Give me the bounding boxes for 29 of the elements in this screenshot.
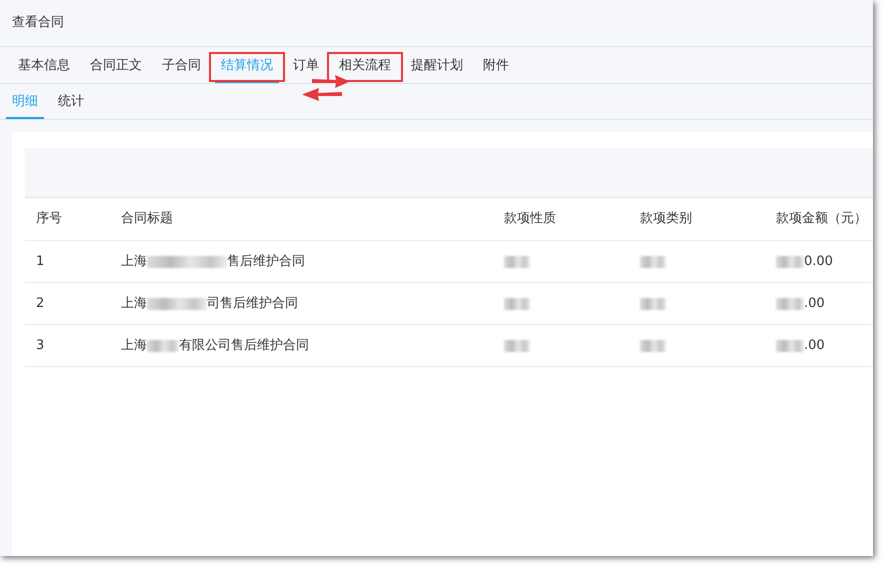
column-header: 序号 bbox=[36, 210, 62, 228]
annotation-arrow bbox=[312, 75, 350, 88]
tab[interactable]: 附件 bbox=[473, 58, 519, 74]
table-cell-text: 上海 bbox=[121, 336, 147, 355]
window-title: 查看合同 bbox=[12, 14, 64, 32]
column-header: 款项性质 bbox=[504, 210, 556, 228]
tab[interactable]: 相关流程 bbox=[329, 58, 401, 74]
table-cell-text: .00 bbox=[804, 294, 825, 313]
table-cell-text: 上海 bbox=[121, 252, 147, 271]
sub-tab[interactable]: 统计 bbox=[48, 94, 94, 110]
annotation-arrow bbox=[302, 88, 342, 101]
table-cell-text: 2 bbox=[36, 294, 44, 313]
table-cell-text: 3 bbox=[36, 336, 44, 355]
table-cell-text: 售后维护合同 bbox=[227, 252, 305, 271]
table-cell-text: .00 bbox=[804, 336, 825, 355]
column-header: 款项类别 bbox=[640, 210, 692, 228]
column-header: 款项金额（元） bbox=[776, 210, 867, 228]
table-cell-text: 有限公司售后维护合同 bbox=[179, 336, 309, 355]
active-tab-indicator bbox=[6, 117, 44, 119]
tab[interactable]: 提醒计划 bbox=[401, 58, 473, 74]
column-header: 合同标题 bbox=[121, 210, 173, 228]
tab[interactable]: 基本信息 bbox=[8, 58, 80, 74]
tab[interactable]: 合同正文 bbox=[80, 58, 152, 74]
table-cell-text: 司售后维护合同 bbox=[207, 294, 298, 313]
tab[interactable]: 子合同 bbox=[152, 58, 211, 74]
table-cell-text: 1 bbox=[36, 252, 44, 271]
table-cell-text: 上海 bbox=[121, 294, 147, 313]
table-cell-text: 0.00 bbox=[804, 252, 833, 271]
tab[interactable]: 订单 bbox=[283, 58, 329, 74]
